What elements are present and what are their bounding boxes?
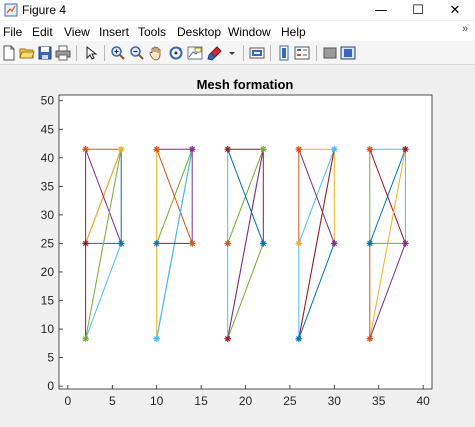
menu-help[interactable]: Help [281, 25, 306, 39]
x-tick-label: 40 [416, 394, 430, 408]
figure-window: Figure 4 — ☐ ✕ File Edit View Insert Too… [0, 0, 475, 427]
y-tick-label: 30 [41, 208, 55, 222]
toolbar-separator [316, 45, 317, 61]
legend-icon[interactable] [294, 45, 310, 61]
x-tick-label: 30 [328, 394, 342, 408]
y-tick-label: 0 [47, 379, 54, 393]
toolbar-separator [76, 45, 77, 61]
window-title: Figure 4 [22, 3, 67, 17]
y-tick-label: 20 [41, 265, 55, 279]
x-tick-label: 15 [194, 394, 208, 408]
save-icon[interactable] [37, 45, 53, 61]
chart-title: Mesh formation [197, 77, 294, 92]
menu-file[interactable]: File [3, 25, 22, 39]
print-icon[interactable] [55, 45, 71, 61]
node-marker-15 [224, 335, 232, 343]
y-tick-label: 35 [41, 179, 55, 193]
rotate-3d-icon[interactable] [168, 45, 184, 61]
data-cursor-icon[interactable] [187, 45, 203, 61]
x-tick-label: 35 [372, 394, 386, 408]
zoom-out-icon[interactable] [129, 45, 145, 61]
pan-hand-icon[interactable] [148, 45, 164, 61]
menu-edit[interactable]: Edit [32, 25, 53, 39]
pointer-icon[interactable] [83, 45, 99, 61]
menu-window[interactable]: Window [228, 25, 271, 39]
menu-bar: File Edit View Insert Tools Desktop Wind… [0, 21, 475, 41]
y-tick-label: 15 [41, 294, 55, 308]
menu-tools[interactable]: Tools [138, 25, 166, 39]
close-button[interactable]: ✕ [437, 0, 473, 20]
minimize-button[interactable]: — [363, 0, 399, 20]
menu-overflow-icon[interactable]: » [462, 23, 468, 35]
node-marker-14 [259, 240, 267, 247]
menu-view[interactable]: View [64, 25, 90, 39]
brush-icon[interactable] [207, 45, 223, 61]
mesh-chart[interactable]: Mesh formation 0 5 10 15 20 25 30 35 40 0 5 10 15 20… [0, 66, 475, 427]
x-tick-label: 25 [283, 394, 297, 408]
x-tick-label: 20 [239, 394, 253, 408]
toolbar-separator [243, 45, 244, 61]
y-tick-label: 25 [41, 236, 55, 250]
y-tick-label: 40 [41, 151, 55, 165]
show-plot-tools-icon[interactable] [340, 45, 356, 61]
y-tick-label: 5 [47, 351, 54, 365]
node-marker-8 [153, 240, 160, 247]
hide-plot-tools-icon[interactable] [322, 45, 338, 61]
node-marker-3 [82, 240, 89, 247]
new-figure-icon[interactable] [1, 45, 17, 61]
node-marker-4 [117, 240, 125, 247]
y-tick-label: 50 [41, 94, 55, 108]
brush-dropdown-icon[interactable] [224, 45, 240, 61]
x-tick-label: 5 [109, 394, 116, 408]
node-marker-5 [82, 335, 89, 343]
y-tick-label: 10 [41, 322, 55, 336]
zoom-in-icon[interactable] [110, 45, 126, 61]
menu-desktop[interactable]: Desktop [177, 25, 221, 39]
figure-canvas: Mesh formation 0 5 10 15 20 25 30 35 40 0 5 10 15 20… [0, 66, 475, 427]
x-tick-label: 0 [65, 394, 72, 408]
link-plot-icon[interactable] [249, 45, 265, 61]
node-marker-19 [331, 240, 338, 247]
open-file-icon[interactable] [19, 45, 35, 61]
matlab-figure-icon [4, 3, 18, 17]
colorbar-icon[interactable] [276, 45, 292, 61]
figure-toolbar [0, 41, 475, 65]
node-marker-10 [153, 335, 160, 343]
node-marker-9 [188, 240, 196, 247]
node-marker-7 [188, 145, 196, 153]
maximize-button[interactable]: ☐ [400, 0, 436, 20]
toolbar-separator [270, 45, 271, 61]
title-bar[interactable]: Figure 4 — ☐ ✕ [0, 0, 475, 20]
node-marker-13 [224, 240, 232, 247]
menu-insert[interactable]: Insert [99, 25, 129, 39]
toolbar-separator [104, 45, 105, 61]
y-tick-label: 45 [41, 122, 55, 136]
x-tick-label: 10 [150, 394, 164, 408]
